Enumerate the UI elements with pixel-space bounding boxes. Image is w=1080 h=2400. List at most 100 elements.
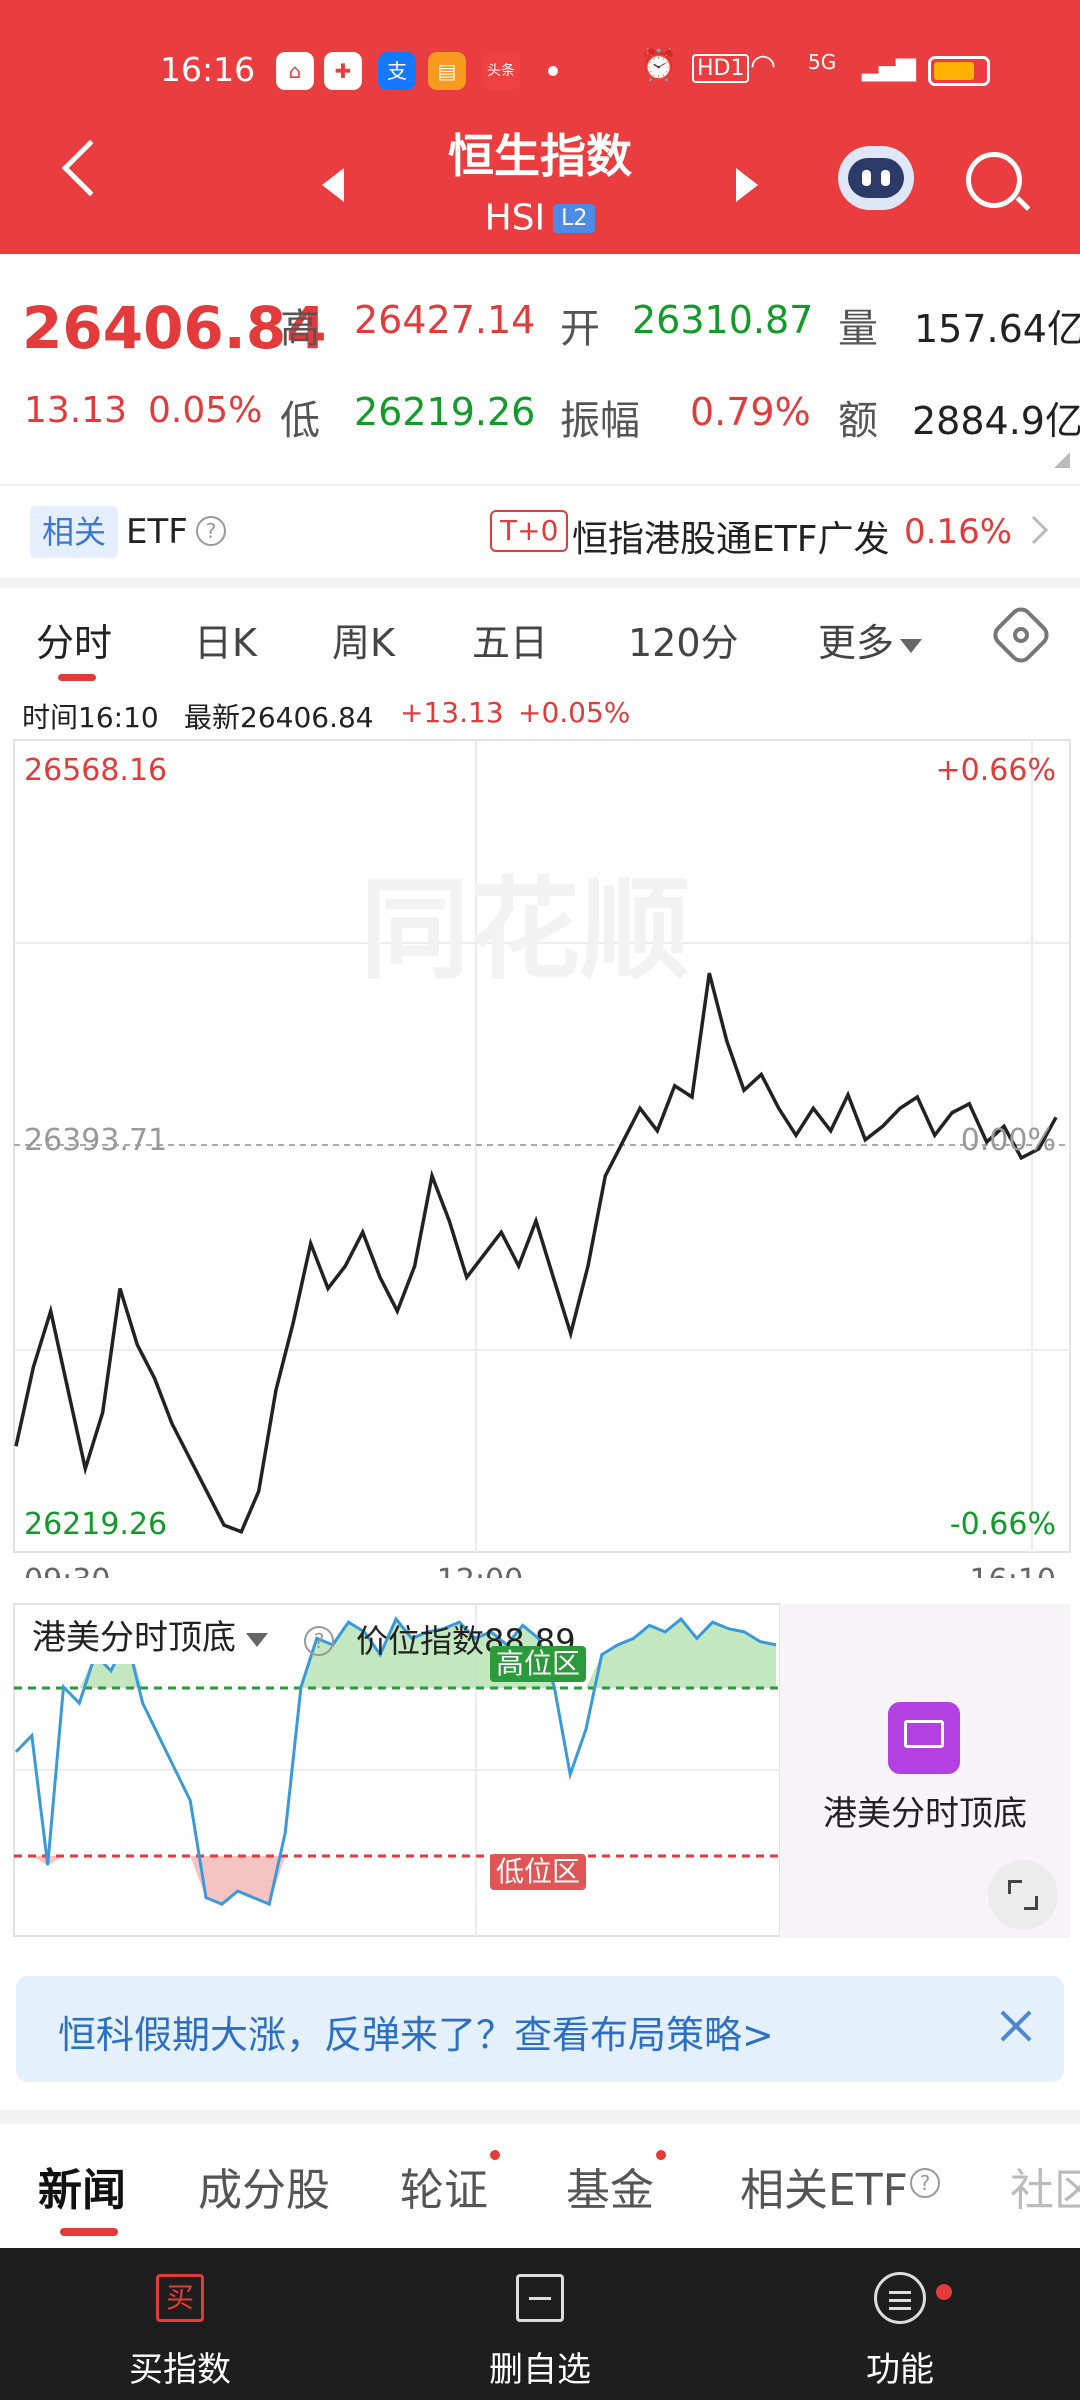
- buy-index-button[interactable]: 买 买指数: [0, 2248, 360, 2400]
- remove-watchlist-button[interactable]: 删自选: [360, 2248, 720, 2400]
- help-icon[interactable]: ?: [196, 516, 226, 546]
- battery-icon: [928, 56, 990, 86]
- dropdown-triangle-icon: [246, 1632, 268, 1647]
- active-tab-underline: [60, 2228, 118, 2236]
- expand-corner-icon[interactable]: [1054, 452, 1070, 468]
- related-badge: 相关: [30, 506, 119, 558]
- dropdown-triangle-icon: [900, 638, 923, 653]
- open-label: 开: [560, 306, 600, 352]
- tab-related-etf-label: 相关ETF: [740, 2165, 908, 2216]
- high-zone-badge: 高位区: [490, 1646, 587, 1682]
- tab-warrants[interactable]: 轮证: [400, 2154, 488, 2218]
- news-tabs: 新闻 成分股 轮证 基金 相关ETF ? 社区: [0, 2124, 1080, 2244]
- alarm-icon: ⏰: [640, 48, 678, 83]
- info-change-pct: +0.05%: [518, 696, 631, 729]
- pct-min-label: -0.66%: [950, 1507, 1056, 1542]
- more-notifications-dot: [548, 66, 558, 76]
- close-icon[interactable]: [996, 2006, 1036, 2046]
- related-etf-bar[interactable]: 相关 ETF ? T+0 恒指港股通ETF广发 0.16%: [0, 486, 1080, 578]
- indicator-side-title: 港美分时顶底: [823, 1794, 1027, 1834]
- buy-index-label: 买指数: [129, 2350, 231, 2390]
- tab-daily-k[interactable]: 日K: [194, 612, 257, 667]
- tab-120min[interactable]: 120分: [628, 612, 739, 667]
- turnover-label: 额: [838, 398, 878, 444]
- etf-fund-name: 恒指港股通ETF广发: [572, 519, 890, 560]
- status-time: 16:16: [160, 50, 256, 89]
- tab-news[interactable]: 新闻: [38, 2154, 126, 2218]
- y-prev-close-label: 26393.71: [24, 1123, 167, 1158]
- low-zone-badge: 低位区: [490, 1854, 587, 1890]
- indicator-help-icon[interactable]: ?: [304, 1626, 334, 1656]
- chart-analysis-icon: [888, 1702, 960, 1774]
- indicator-selector[interactable]: 港美分时顶底: [20, 1612, 280, 1664]
- x-label-close: 16:10: [970, 1563, 1056, 1578]
- chart-period-tabs: 分时 日K 周K 五日 120分 更多: [0, 588, 1080, 684]
- tab-weekly-k[interactable]: 周K: [332, 612, 395, 667]
- tab-more[interactable]: 更多: [818, 612, 923, 667]
- index-code: HSI L2: [340, 196, 740, 239]
- info-latest: 最新26406.84: [184, 701, 374, 734]
- tab-five-day[interactable]: 五日: [472, 612, 548, 667]
- alipay-icon: 支: [378, 52, 416, 90]
- price-change-pct: 0.05%: [148, 390, 263, 431]
- next-index-button[interactable]: [736, 168, 758, 202]
- etf-label: ETF: [126, 512, 188, 552]
- t0-badge: T+0: [490, 510, 569, 552]
- status-bar: 16:16 ⌂ ✚ 支 ▤ 头条 ⏰ HD1 ◠ 5G ▂▄▆: [0, 48, 1080, 94]
- minus-box-icon: [516, 2274, 564, 2322]
- tab-community[interactable]: 社区: [1010, 2154, 1080, 2218]
- notification-dot: [490, 2150, 500, 2160]
- back-button[interactable]: [61, 139, 119, 197]
- wifi-icon: ◠: [750, 48, 777, 83]
- ai-assistant-robot-icon[interactable]: [838, 146, 914, 210]
- bottom-action-bar: 买 买指数 删自选 功能: [0, 2248, 1080, 2400]
- remove-watchlist-label: 删自选: [489, 2350, 591, 2390]
- amplitude-label: 振幅: [560, 398, 640, 444]
- functions-button[interactable]: 功能: [720, 2248, 1080, 2400]
- help-icon[interactable]: ?: [910, 2168, 940, 2198]
- volume-value: 157.64亿: [914, 307, 1080, 351]
- low-value: 26219.26: [354, 390, 536, 434]
- banner-text: 恒科假期大涨，反弹来了？查看布局策略>: [58, 2013, 774, 2057]
- indicator-name: 港美分时顶底: [32, 1618, 236, 1658]
- low-label: 低: [280, 398, 320, 444]
- tab-funds[interactable]: 基金: [566, 2154, 654, 2218]
- notification-dot: [936, 2284, 952, 2300]
- tab-more-label: 更多: [818, 621, 895, 665]
- high-label: 高: [280, 306, 320, 352]
- chevron-right-icon: [1019, 515, 1049, 545]
- x-label-noon: 12:00: [437, 1563, 523, 1578]
- pct-max-label: +0.66%: [936, 753, 1056, 788]
- functions-label: 功能: [866, 2350, 934, 2390]
- y-min-label: 26219.26: [24, 1507, 167, 1542]
- chart-info-bar: 时间16:10 最新26406.84 +13.13 +0.05%: [0, 688, 1080, 736]
- pct-mid-label: 0.00%: [961, 1123, 1056, 1158]
- divider: [0, 2110, 1080, 2124]
- buy-icon: 买: [156, 2274, 204, 2322]
- news-app-icon: 头条: [482, 52, 520, 90]
- app-header: 16:16 ⌂ ✚ 支 ▤ 头条 ⏰ HD1 ◠ 5G ▂▄▆ 恒生指数 HSI…: [0, 0, 1080, 254]
- hd-icon: HD1: [692, 54, 750, 83]
- y-max-label: 26568.16: [24, 753, 167, 788]
- index-code-text: HSI: [484, 197, 546, 239]
- notification-dot: [656, 2150, 666, 2160]
- promo-banner[interactable]: 恒科假期大涨，反弹来了？查看布局策略>: [16, 1976, 1064, 2082]
- bank-app-icon: ✚: [324, 52, 362, 90]
- level2-badge: L2: [553, 203, 596, 233]
- price-change: 13.13: [24, 390, 128, 431]
- home-app-icon: ⌂: [276, 52, 314, 90]
- expand-icon[interactable]: [988, 1860, 1058, 1930]
- active-tab-underline: [58, 674, 96, 681]
- turnover-value: 2884.9亿: [912, 399, 1080, 443]
- open-value: 26310.87: [632, 298, 814, 342]
- tab-intraday[interactable]: 分时: [36, 612, 112, 667]
- tab-related-etf[interactable]: 相关ETF: [740, 2154, 908, 2218]
- tab-constituents[interactable]: 成分股: [198, 2154, 330, 2218]
- signal-5g-icon: 5G: [808, 50, 837, 74]
- x-label-open: 09:30: [24, 1563, 110, 1578]
- amplitude-value: 0.79%: [690, 390, 811, 434]
- menu-circle-icon: [874, 2272, 926, 2324]
- intraday-chart[interactable]: 同花顺 26568.16 26393.71 26219.26 +0.66% 0.…: [0, 738, 1080, 1578]
- book-app-icon: ▤: [428, 52, 466, 90]
- search-icon[interactable]: [966, 152, 1022, 208]
